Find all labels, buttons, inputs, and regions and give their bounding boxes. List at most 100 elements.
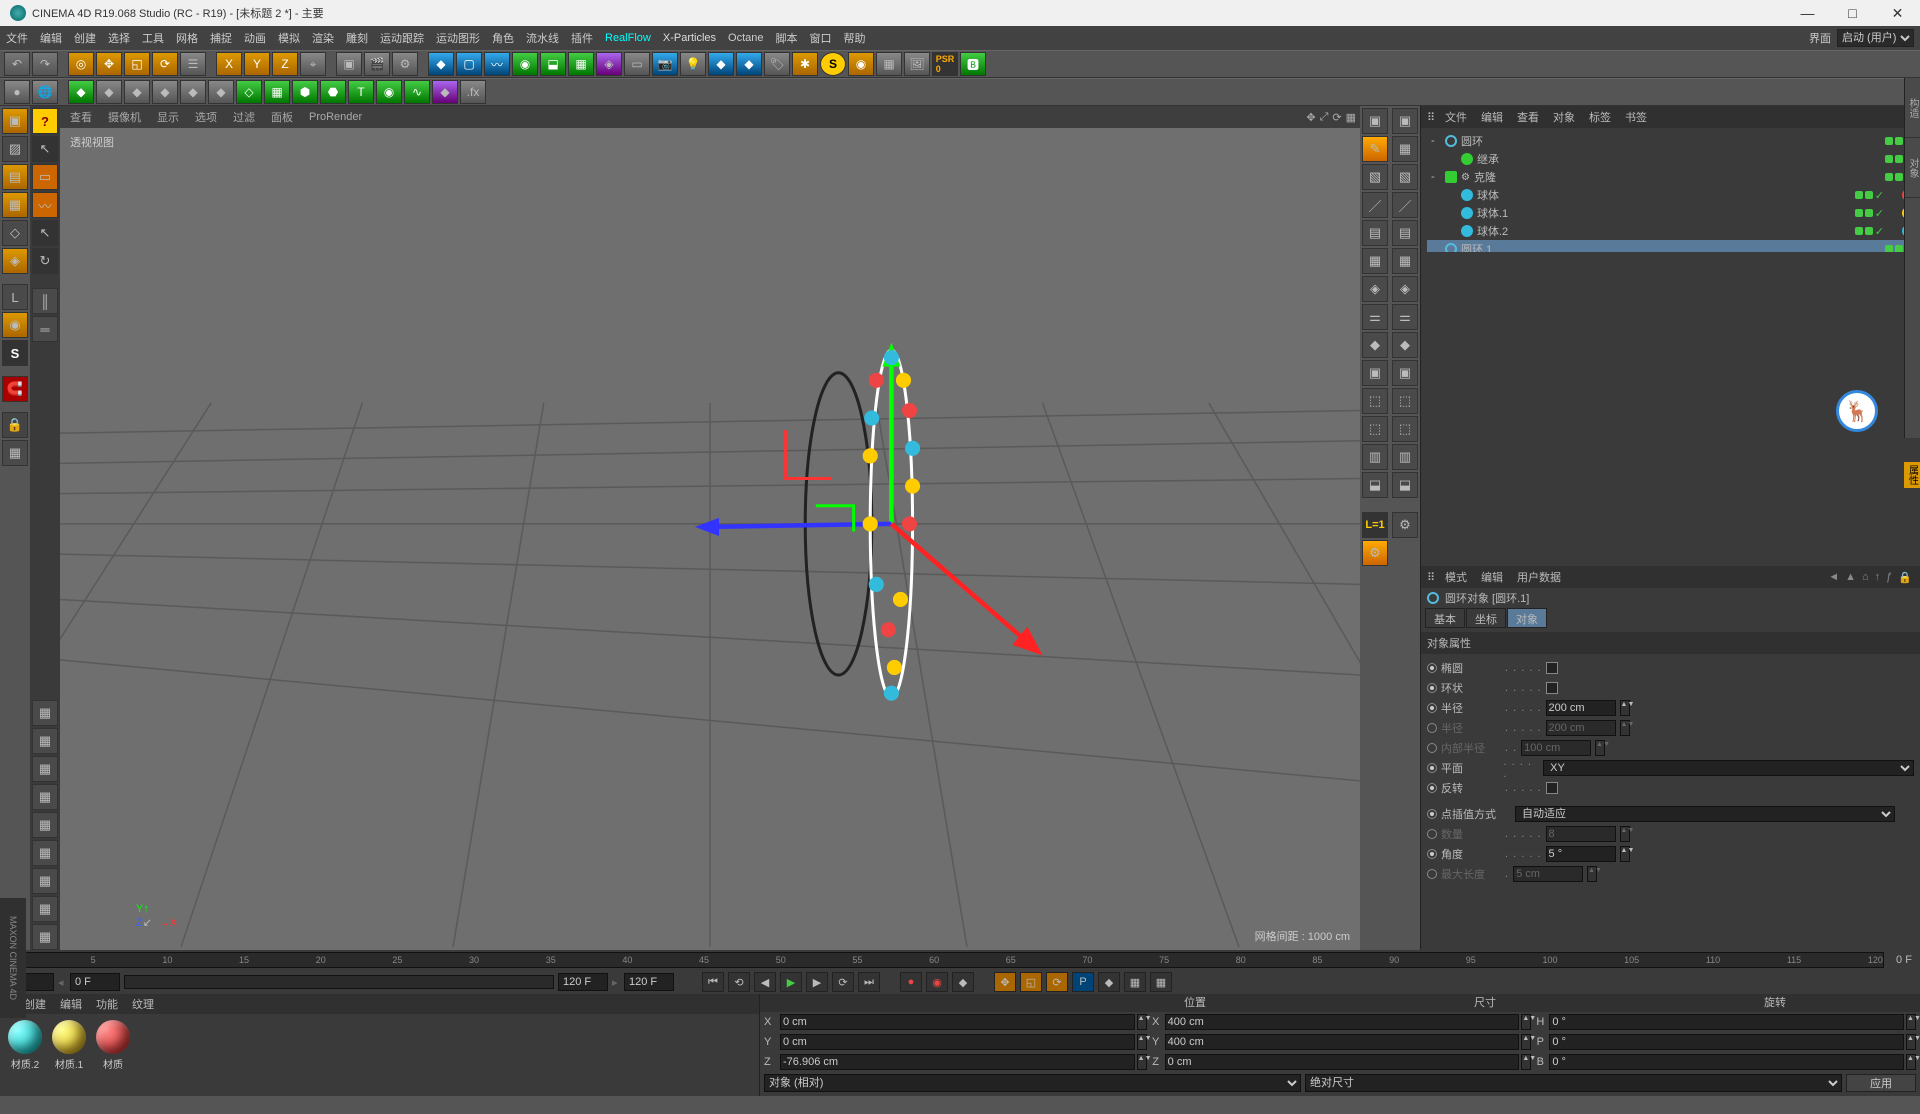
next-frame-button[interactable]: ▶ [806, 972, 828, 992]
vt-b3[interactable]: ▧ [1392, 164, 1418, 190]
attr-menu-userdata[interactable]: 用户数据 [1517, 569, 1561, 585]
coord-system-button[interactable]: ⌖ [300, 52, 326, 76]
key-opt2-button[interactable]: ▦ [1150, 972, 1172, 992]
lock-z-button[interactable]: Z [272, 52, 298, 76]
tree-row[interactable]: -⚙克隆✓ [1427, 168, 1914, 186]
tree-row[interactable]: 球体✓ [1427, 186, 1914, 204]
layout-select[interactable]: 启动 (用户) [1837, 29, 1914, 47]
vt-a4[interactable]: ／ [1362, 192, 1388, 218]
vp-nav-pan-icon[interactable]: ✥ [1306, 111, 1315, 124]
cloner-button[interactable]: ◇ [236, 80, 262, 104]
grid2-button[interactable]: ▦ [32, 728, 58, 754]
vt-b12[interactable]: ⬚ [1392, 416, 1418, 442]
vp-menu-options[interactable]: 选项 [195, 109, 217, 125]
spinner-icon[interactable]: ▲▼ [1137, 1054, 1147, 1070]
render-dot-icon[interactable] [1895, 137, 1903, 145]
step-fwd-button[interactable]: ⟳ [832, 972, 854, 992]
move-button[interactable]: ✥ [96, 52, 122, 76]
voronoi-button[interactable]: ⬣ [320, 80, 346, 104]
planar-workplane-button[interactable]: ▦ [2, 440, 28, 466]
vp-menu-cameras[interactable]: 摄像机 [108, 109, 141, 125]
floor-button[interactable]: ▭ [624, 52, 650, 76]
mg6-button[interactable]: ◆ [208, 80, 234, 104]
vt-b9[interactable]: ◆ [1392, 332, 1418, 358]
menu-mesh[interactable]: 网格 [176, 30, 198, 46]
arrange-h-button[interactable]: ═ [32, 316, 58, 342]
mospline-button[interactable]: ∿ [404, 80, 430, 104]
mg1-button[interactable]: ◆ [68, 80, 94, 104]
drop-to-floor-button[interactable]: 🅱 [960, 52, 986, 76]
grid6-button[interactable]: ▦ [32, 840, 58, 866]
radius-input[interactable] [1546, 700, 1616, 716]
prev-frame-button[interactable]: ◀ [754, 972, 776, 992]
rect-select-button[interactable]: ▭ [32, 164, 58, 190]
coord-mode1-select[interactable]: 对象 (相对) [764, 1074, 1301, 1092]
maximize-button[interactable]: □ [1830, 0, 1875, 26]
menu-plugins[interactable]: 插件 [571, 30, 593, 46]
pointer-button[interactable]: ↖ [32, 136, 58, 162]
mat-menu-edit[interactable]: 编辑 [60, 996, 82, 1012]
model-mode-button[interactable]: ▣ [2, 108, 28, 134]
menu-octane[interactable]: Octane [728, 32, 763, 44]
timeline-ruler[interactable]: 0510152025303540455055606570758085909510… [0, 950, 1920, 970]
spinner-icon[interactable]: ▲▼ [1906, 1034, 1916, 1050]
deformer-button[interactable]: ◈ [596, 52, 622, 76]
grid9-button[interactable]: ▦ [32, 924, 58, 950]
cube-button[interactable]: ▢ [456, 52, 482, 76]
interp-select[interactable]: 自动适应 [1515, 806, 1895, 822]
size-input[interactable] [1165, 1054, 1520, 1070]
material-item[interactable]: 材质.1 [50, 1020, 88, 1071]
attr-grip-icon[interactable]: ⠿ [1427, 571, 1435, 584]
attr-nav-home-icon[interactable]: ⌂ [1862, 571, 1869, 584]
key-pla-button[interactable]: ◆ [1098, 972, 1120, 992]
menu-mograph[interactable]: 运动图形 [436, 30, 480, 46]
s-mode-button[interactable]: S [2, 340, 28, 366]
tree-row[interactable]: -圆环✓ [1427, 132, 1914, 150]
om-menu-file[interactable]: 文件 [1445, 109, 1467, 125]
visibility-dot-icon[interactable] [1885, 155, 1893, 163]
attr-tab-basic[interactable]: 基本 [1425, 608, 1465, 628]
key-opt1-button[interactable]: ▦ [1124, 972, 1146, 992]
render-view-button[interactable]: ▣ [336, 52, 362, 76]
spline-button[interactable]: 〰 [484, 52, 510, 76]
edge-mode-button[interactable]: ◈ [2, 248, 28, 274]
subdivision-button[interactable]: ◉ [512, 52, 538, 76]
attr-tab-object[interactable]: 对象 [1507, 608, 1547, 628]
coord-apply-button[interactable]: 应用 [1846, 1074, 1916, 1092]
workplane-mode-button[interactable]: ▤ [2, 164, 28, 190]
menu-select[interactable]: 选择 [108, 30, 130, 46]
frame-end-input[interactable] [624, 973, 674, 991]
mg4-button[interactable]: ◆ [152, 80, 178, 104]
key-pos-button[interactable]: ✥ [994, 972, 1016, 992]
reverse-checkbox[interactable] [1546, 782, 1558, 794]
material-button[interactable]: ● [4, 80, 30, 104]
vp-menu-prorender[interactable]: ProRender [309, 111, 362, 123]
spinner-icon[interactable]: ▲▼ [1137, 1034, 1147, 1050]
vt-b4[interactable]: ／ [1392, 192, 1418, 218]
efx-button[interactable]: ◆ [432, 80, 458, 104]
vt-a3[interactable]: ▧ [1362, 164, 1388, 190]
vp-menu-view[interactable]: 查看 [70, 109, 92, 125]
pos-input[interactable] [780, 1034, 1135, 1050]
object-mode-button[interactable]: ▦ [2, 192, 28, 218]
realflow-button[interactable]: ◉ [848, 52, 874, 76]
attr-nav-fn-icon[interactable]: ƒ [1886, 571, 1892, 584]
motext-button[interactable]: T [348, 80, 374, 104]
object-tree-empty-area[interactable]: 🦌 [1421, 252, 1920, 566]
vt-b14[interactable]: ⬓ [1392, 472, 1418, 498]
pos-input[interactable] [780, 1054, 1135, 1070]
frame-slider[interactable] [124, 975, 554, 989]
menu-sculpt[interactable]: 雕刻 [346, 30, 368, 46]
pos-input[interactable] [780, 1014, 1135, 1030]
enable-check-icon[interactable]: ✓ [1875, 225, 1884, 238]
anim-dot-icon[interactable] [1427, 783, 1437, 793]
snap-button[interactable]: 🧲 [2, 376, 28, 402]
mat-menu-texture[interactable]: 纹理 [132, 996, 154, 1012]
menu-simulate[interactable]: 模拟 [278, 30, 300, 46]
menu-motiontrack[interactable]: 运动跟踪 [380, 30, 424, 46]
picture-viewer-button[interactable]: 🖼 [904, 52, 930, 76]
play-button[interactable]: ▶ [780, 972, 802, 992]
axis-mode-button[interactable]: L [2, 284, 28, 310]
angle-input[interactable] [1546, 846, 1616, 862]
visibility-dot-icon[interactable] [1885, 137, 1893, 145]
